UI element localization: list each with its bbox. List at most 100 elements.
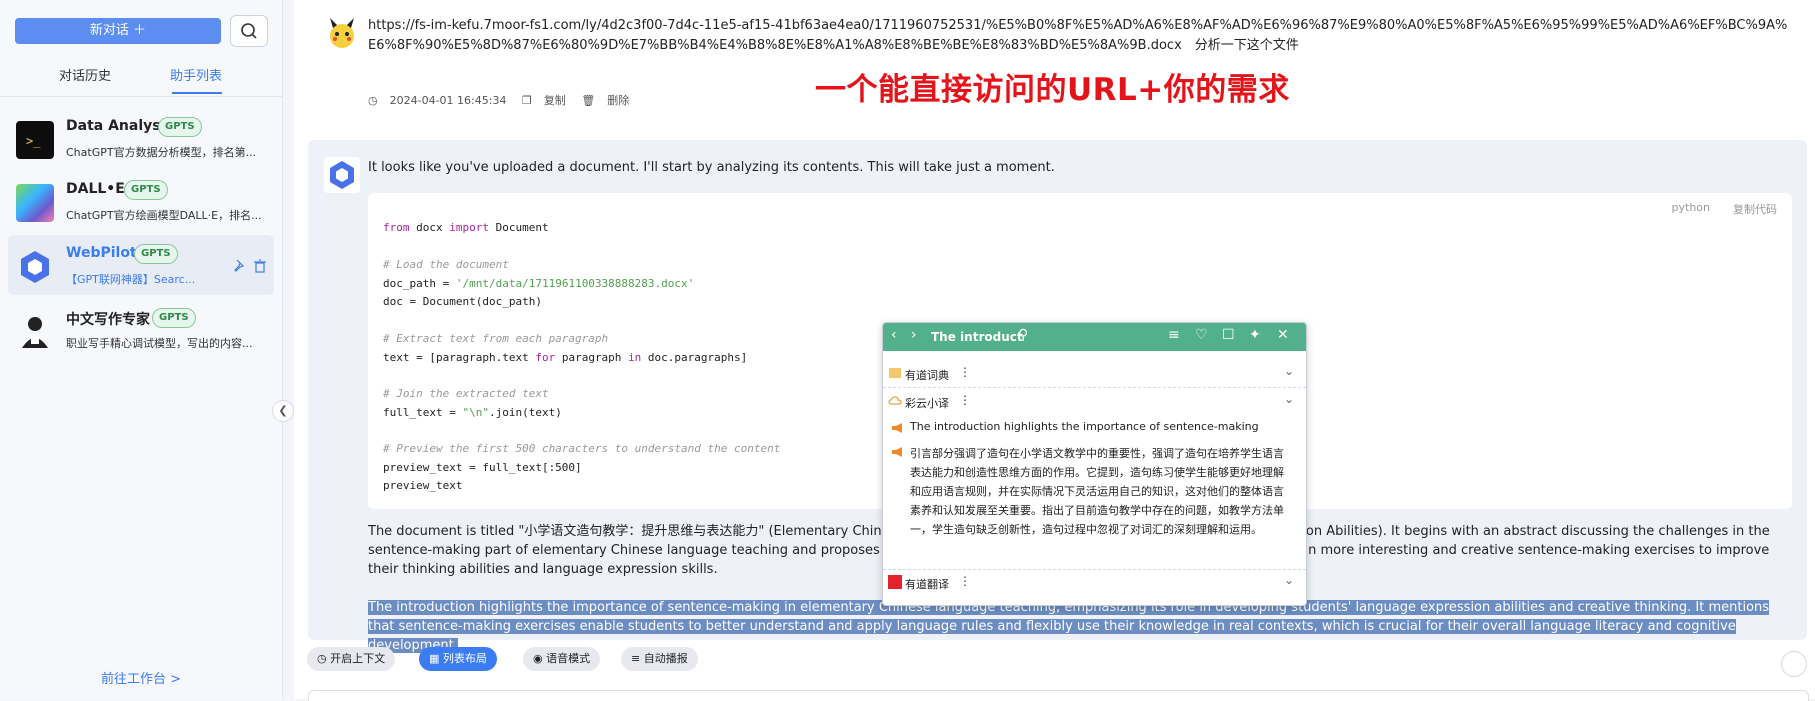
section-label: 有道翻译: [905, 578, 949, 591]
workbench-link[interactable]: 前往工作台 >: [0, 668, 282, 687]
close-icon[interactable]: ✕: [1277, 327, 1289, 343]
source-text: The introduction highlights the importan…: [910, 420, 1259, 433]
more-icon[interactable]: ⋮: [959, 574, 971, 588]
code-line: full_text = "\n".join(text): [383, 406, 562, 419]
assistant-desc: 职业写手精心调试模型，写出的内容...: [66, 337, 253, 350]
code-line: preview_text = full_text[:500]: [383, 461, 582, 474]
assistant-desc: ChatGPT官方数据分析模型，排名第...: [66, 146, 257, 159]
assistant-item-webpilot[interactable]: WebPilot GPTS 【GPT联网神器】Searc...: [8, 235, 274, 295]
code-language: python: [1671, 201, 1710, 214]
message-time: 2024-04-01 16:45:34: [389, 94, 507, 107]
pin-icon[interactable]: ✦: [1249, 327, 1261, 343]
code-line: text = [paragraph.text for paragraph in …: [383, 351, 748, 364]
gpts-badge: GPTS: [124, 180, 168, 200]
assistant-intro: It looks like you've uploaded a document…: [368, 160, 1055, 175]
code-line: doc = Document(doc_path): [383, 295, 542, 308]
search-icon: [241, 23, 257, 39]
search-button[interactable]: [230, 15, 268, 47]
more-icon[interactable]: ⋮: [959, 365, 971, 379]
code-line: # Preview the first 500 characters to un…: [383, 442, 781, 455]
user-avatar: [326, 18, 358, 50]
assistant-avatar: [324, 157, 360, 193]
dalle-icon: [16, 184, 54, 222]
speaker-icon[interactable]: [892, 447, 902, 457]
clock-icon: ◷: [317, 652, 331, 665]
assistant-name: WebPilot: [66, 245, 137, 261]
tab-history[interactable]: 对话历史: [59, 65, 111, 84]
message-meta: ◷ 2024-04-01 16:45:34 ❐ 复制 🗑 删除: [368, 92, 641, 108]
clock-icon: ◷: [368, 94, 378, 107]
user-message-text: https://fs-im-kefu.7moor-fs1.com/ly/4d2c…: [368, 18, 1788, 53]
webpilot-icon: [330, 161, 354, 189]
assistant-item-chinese-writer[interactable]: 中文写作专家 GPTS 职业写手精心调试模型，写出的内容...: [8, 299, 274, 359]
trash-icon: 🗑: [581, 94, 596, 107]
code-line: from docx import Document: [383, 221, 549, 234]
search-icon[interactable]: ⚲: [1018, 327, 1028, 343]
scroll-bottom-button[interactable]: [1781, 651, 1807, 677]
code-line: # Load the document: [383, 258, 509, 271]
autoplay-button[interactable]: ≡ 自动播报: [621, 647, 698, 671]
code-line: # Extract text from each paragraph: [383, 332, 609, 345]
assistant-name: DALL•E: [66, 181, 125, 197]
pin-icon[interactable]: [233, 259, 247, 273]
chevron-down-icon[interactable]: ⌄: [1284, 392, 1294, 406]
bookmark-icon[interactable]: ☐: [1222, 327, 1235, 343]
translation-text: 引言部分强调了造句在小学语文教学中的重要性，强调了造句在培养学生语言表达能力和创…: [910, 447, 1284, 536]
list-layout-button[interactable]: ▦ 列表布局: [419, 647, 497, 671]
more-icon[interactable]: ⋮: [959, 393, 971, 407]
caiyun-section[interactable]: 彩云小译 ⋮ ⌄: [883, 389, 1306, 415]
code-line: # Join the extracted text: [383, 387, 549, 400]
tab-underline: [172, 92, 222, 94]
tab-assistants[interactable]: 助手列表: [170, 65, 222, 84]
youdao-dict-icon: [889, 368, 901, 378]
voice-mode-button[interactable]: ◉ 语音模式: [523, 647, 601, 671]
forward-icon[interactable]: ›: [911, 327, 917, 343]
back-icon[interactable]: ‹: [891, 327, 897, 343]
sidebar: 新对话 ＋ 对话历史 助手列表 >_ Data Analyst GPTS Cha…: [0, 0, 283, 699]
speaker-icon[interactable]: [892, 423, 902, 433]
gpts-badge: GPTS: [152, 308, 196, 328]
pikachu-avatar-icon: [330, 18, 354, 48]
popup-toolbar: ‹ › The introduct ⚲ ≡ ♡ ☐ ✦ ✕: [883, 323, 1306, 351]
grid-icon: ▦: [429, 652, 443, 665]
chevron-left-icon: ❮: [278, 404, 288, 417]
collapse-sidebar-button[interactable]: ❮: [272, 400, 294, 422]
dict-section[interactable]: 有道词典 ⋮ ⌄: [883, 361, 1306, 388]
heart-icon[interactable]: ♡: [1195, 327, 1208, 343]
assistant-item-dalle[interactable]: DALL•E GPTS ChatGPT官方绘画模型DALL·E，排名...: [8, 171, 274, 231]
copy-code-button[interactable]: 复制代码: [1733, 201, 1777, 217]
webpilot-icon: [16, 248, 54, 286]
mic-icon: ◉: [533, 652, 547, 665]
youdao-translate-section[interactable]: 有道翻译 ⋮ ⌄: [883, 569, 1306, 596]
assistant-desc: 【GPT联网神器】Searc...: [66, 273, 196, 286]
context-toggle[interactable]: ◷ 开启上下文: [307, 647, 396, 671]
menu-icon[interactable]: ≡: [1168, 327, 1180, 343]
gpts-badge: GPTS: [134, 244, 178, 264]
section-label: 有道词典: [905, 369, 949, 382]
assistant-name: Data Analyst: [66, 118, 168, 134]
youdao-translate-icon: [888, 575, 902, 589]
new-chat-button[interactable]: 新对话 ＋: [15, 18, 221, 44]
copy-button[interactable]: 复制: [544, 94, 566, 107]
cloud-icon: [888, 396, 902, 405]
annotation-text: 一个能直接访问的URL+你的需求: [815, 72, 1290, 108]
audio-icon: ≡: [631, 652, 644, 665]
writer-avatar-icon: [16, 312, 54, 350]
assistant-item-data-analyst[interactable]: >_ Data Analyst GPTS ChatGPT官方数据分析模型，排名第…: [8, 108, 274, 168]
svg-text:>_: >_: [26, 134, 41, 148]
code-line: preview_text: [383, 479, 463, 492]
code-line: doc_path = '/mnt/data/171196110033888828…: [383, 277, 695, 290]
chevron-down-icon[interactable]: ⌄: [1284, 364, 1294, 378]
chat-input[interactable]: [308, 690, 1809, 701]
copy-icon: ❐: [521, 94, 532, 107]
delete-button[interactable]: 删除: [607, 94, 629, 107]
assistant-desc: ChatGPT官方绘画模型DALL·E，排名...: [66, 209, 262, 222]
translation-popup: ‹ › The introduct ⚲ ≡ ♡ ☐ ✦ ✕ 有道词典 ⋮ ⌄ 彩…: [882, 322, 1307, 606]
section-label: 彩云小译: [905, 397, 949, 410]
popup-title: The introduct: [931, 330, 1023, 344]
gpts-badge: GPTS: [158, 117, 202, 137]
assistant-name: 中文写作专家: [66, 312, 150, 328]
delete-icon[interactable]: [253, 259, 267, 273]
chevron-down-icon[interactable]: ⌄: [1284, 573, 1294, 587]
sidebar-tabs: 对话历史 助手列表: [0, 62, 282, 97]
